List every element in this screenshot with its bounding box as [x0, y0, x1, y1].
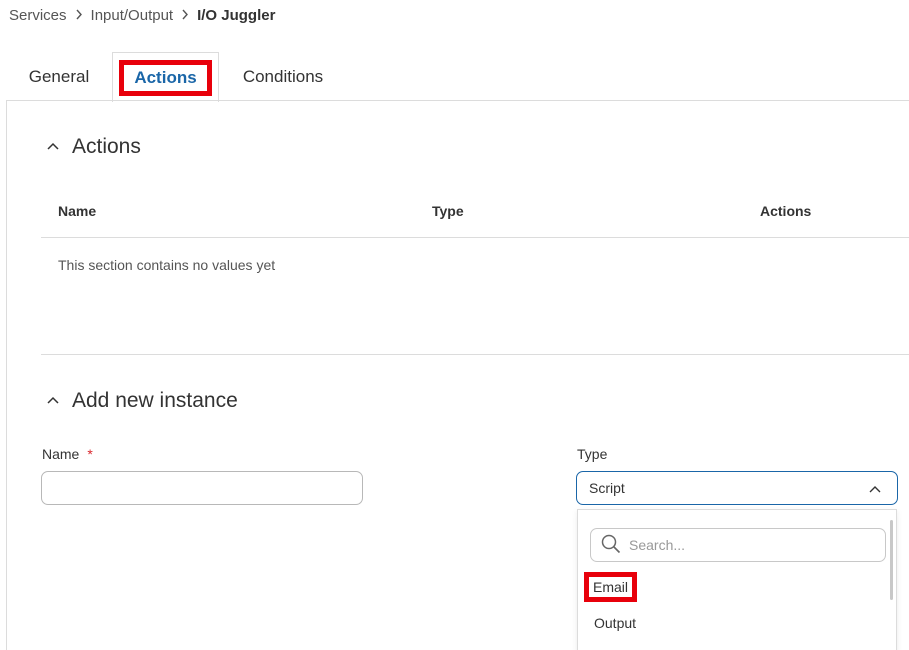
name-label-text: Name [42, 446, 80, 462]
dropdown-search[interactable] [590, 528, 886, 562]
type-dropdown-menu: Email Output [577, 509, 897, 650]
column-header-actions: Actions [760, 203, 812, 219]
tab-bar: General Actions Conditions [6, 52, 909, 102]
tab-conditions[interactable]: Conditions [228, 52, 338, 101]
name-field-label: Name * [42, 446, 93, 462]
dropdown-scrollbar[interactable] [890, 520, 893, 600]
chevron-right-icon [75, 8, 83, 23]
dropdown-option-output[interactable]: Output [594, 615, 636, 631]
column-header-name: Name [58, 203, 97, 219]
breadcrumb-current: I/O Juggler [197, 7, 276, 24]
chevron-up-icon [47, 141, 59, 153]
search-icon [601, 534, 621, 557]
actions-section-toggle[interactable]: Actions [47, 135, 141, 159]
tab-actions-label: Actions [119, 59, 212, 96]
add-instance-section-title: Add new instance [72, 389, 238, 412]
chevron-right-icon [181, 8, 189, 23]
dropdown-option-email[interactable]: Email [584, 572, 638, 602]
chevron-up-icon [47, 395, 59, 407]
empty-state-message: This section contains no values yet [58, 257, 276, 273]
breadcrumb-item-input-output[interactable]: Input/Output [91, 7, 174, 24]
actions-table-header: Name Type Actions [41, 203, 909, 238]
required-marker: * [87, 446, 93, 462]
column-header-type: Type [432, 203, 464, 219]
tab-general[interactable]: General [14, 52, 104, 101]
tab-general-label: General [28, 66, 90, 86]
type-field-label: Type [577, 446, 608, 462]
name-input[interactable] [41, 471, 363, 505]
dropdown-search-input[interactable] [629, 537, 869, 553]
chevron-up-icon [869, 483, 881, 495]
tab-conditions-label: Conditions [242, 66, 324, 86]
tab-actions[interactable]: Actions [112, 52, 219, 102]
breadcrumb-item-services[interactable]: Services [9, 7, 67, 24]
type-select[interactable]: Script [576, 471, 898, 505]
add-instance-section-toggle[interactable]: Add new instance [47, 389, 238, 413]
actions-section-title: Actions [72, 135, 141, 158]
type-select-value: Script [589, 480, 625, 496]
section-divider [41, 354, 909, 355]
breadcrumb: Services Input/Output I/O Juggler [9, 7, 275, 24]
